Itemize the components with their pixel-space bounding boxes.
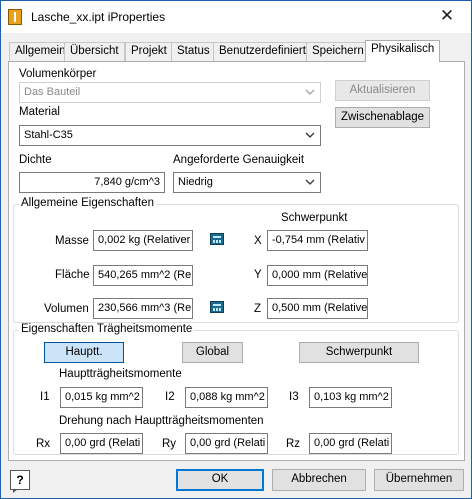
calculator-icon[interactable]	[210, 233, 224, 245]
tab-speichern[interactable]: Speichern	[306, 42, 370, 61]
volume-field[interactable]: 230,566 mm^3 (Re	[93, 298, 193, 319]
body-select-value: Das Bauteil	[24, 86, 81, 98]
principal-button[interactable]: Hauptt.	[44, 342, 124, 363]
principal-moments-title: Hauptträgheitsmomente	[59, 368, 182, 380]
density-label: Dichte	[19, 154, 52, 166]
i3-label: I3	[289, 391, 299, 403]
centroid-title: Schwerpunkt	[281, 212, 348, 224]
accuracy-label: Angeforderte Genauigkeit	[173, 154, 305, 166]
inventor-part-icon	[8, 9, 22, 25]
help-icon[interactable]: ?	[10, 470, 30, 493]
centroid-x-field[interactable]: -0,754 mm (Relativ	[267, 230, 368, 251]
rz-label: Rz	[286, 438, 301, 450]
mass-field[interactable]: 0,002 kg (Relativer	[93, 230, 193, 251]
inertia-group: Eigenschaften Trägheitsmomente Hauptt. G…	[13, 323, 459, 455]
inertia-title: Eigenschaften Trägheitsmomente	[19, 323, 195, 335]
calculator-icon[interactable]	[210, 301, 224, 313]
global-button[interactable]: Global	[182, 342, 243, 363]
ry-label: Ry	[162, 438, 177, 450]
physical-panel: Volumenkörper Das Bauteil Aktualisieren …	[8, 61, 465, 461]
centroid-button[interactable]: Schwerpunkt	[299, 342, 419, 363]
centroid-z-field[interactable]: 0,500 mm (Relative	[267, 298, 368, 319]
area-label: Fläche	[55, 269, 90, 281]
material-select-value: Stahl-C35	[24, 129, 73, 141]
chevron-down-icon	[305, 132, 315, 138]
rx-field[interactable]: 0,00 grd (Relati	[60, 433, 143, 454]
rotation-title: Drehung nach Hauptträgheitsmomenten	[59, 415, 264, 427]
mass-label: Masse	[55, 235, 89, 247]
material-select[interactable]: Stahl-C35	[19, 125, 321, 146]
body-label: Volumenkörper	[19, 68, 97, 80]
y-label: Y	[254, 269, 262, 281]
material-label: Material	[19, 106, 60, 118]
accuracy-select[interactable]: Niedrig	[173, 172, 321, 193]
apply-button[interactable]: Übernehmen	[374, 469, 464, 491]
tab-status[interactable]: Status	[171, 42, 216, 61]
chevron-down-icon	[305, 179, 315, 185]
cancel-button[interactable]: Abbrechen	[272, 469, 366, 491]
i1-field[interactable]: 0,015 kg mm^2	[60, 387, 143, 408]
general-properties-group: Allgemeine Eigenschaften Schwerpunkt Mas…	[13, 197, 459, 323]
ok-button[interactable]: OK	[176, 469, 264, 491]
clipboard-button[interactable]: Zwischenablage	[335, 107, 430, 128]
z-label: Z	[254, 303, 262, 315]
tab-uebersicht[interactable]: Übersicht	[64, 42, 125, 61]
i2-field[interactable]: 0,088 kg mm^2	[185, 387, 268, 408]
volume-label: Volumen	[44, 303, 89, 315]
i1-label: I1	[40, 391, 50, 403]
close-button[interactable]: ✕	[437, 6, 457, 26]
rx-label: Rx	[36, 438, 51, 450]
window-title: Lasche_xx.ipt iProperties	[31, 10, 166, 24]
general-properties-title: Allgemeine Eigenschaften	[19, 197, 156, 209]
rz-field[interactable]: 0,00 grd (Relati	[309, 433, 392, 454]
x-label: X	[254, 235, 262, 247]
iproperties-dialog: Lasche_xx.ipt iProperties ✕ Allgemein Üb…	[0, 0, 472, 499]
update-button[interactable]: Aktualisieren	[335, 80, 430, 101]
density-field[interactable]: 7,840 g/cm^3	[19, 172, 165, 193]
i2-label: I2	[165, 391, 175, 403]
title-bar: Lasche_xx.ipt iProperties ✕	[1, 1, 471, 33]
tab-allgemein[interactable]: Allgemein	[9, 42, 72, 61]
tab-projekt[interactable]: Projekt	[125, 42, 173, 61]
accuracy-select-value: Niedrig	[178, 176, 213, 188]
ry-field[interactable]: 0,00 grd (Relati	[185, 433, 268, 454]
chevron-down-icon	[305, 89, 315, 95]
tab-benutzerdefiniert[interactable]: Benutzerdefiniert	[213, 42, 312, 61]
body-select[interactable]: Das Bauteil	[19, 82, 321, 103]
centroid-y-field[interactable]: 0,000 mm (Relative	[267, 265, 368, 286]
tab-physikalisch[interactable]: Physikalisch	[365, 40, 441, 62]
area-field[interactable]: 540,265 mm^2 (Re	[93, 265, 193, 286]
i3-field[interactable]: 0,103 kg mm^2	[309, 387, 392, 408]
